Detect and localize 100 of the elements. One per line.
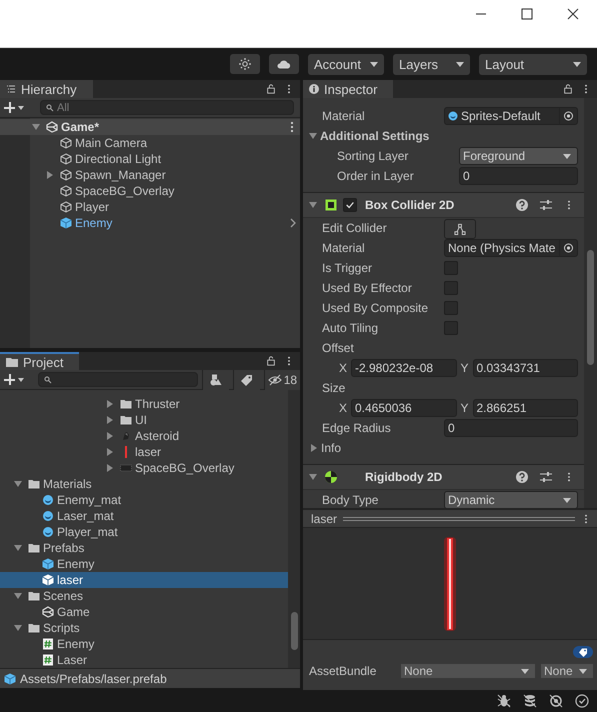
asset-bundle-dropdown[interactable]: None xyxy=(401,664,535,678)
tree-item[interactable]: SpaceBG_Overlay xyxy=(0,460,288,476)
expand-arrow-icon[interactable] xyxy=(14,593,22,599)
sliders-icon[interactable] xyxy=(540,199,552,211)
tree-item[interactable]: Main Camera xyxy=(0,135,300,151)
tag-icon xyxy=(240,374,253,386)
database-icon[interactable] xyxy=(523,694,537,708)
tree-item[interactable]: Player_mat xyxy=(0,524,288,540)
tree-item[interactable]: Player xyxy=(0,199,300,215)
component-header[interactable]: Rigidbody 2D xyxy=(303,464,584,490)
lock-icon[interactable] xyxy=(563,84,573,94)
search-field[interactable] xyxy=(38,372,198,387)
expand-arrow-icon[interactable] xyxy=(14,481,22,487)
help-icon[interactable] xyxy=(516,471,528,483)
object-field[interactable]: Sprites-Default xyxy=(444,107,578,125)
check-icon[interactable] xyxy=(575,694,589,708)
checkbox[interactable] xyxy=(444,261,458,275)
checkbox[interactable] xyxy=(444,281,458,295)
asset-labels-icon[interactable] xyxy=(573,646,593,658)
toolbar-dropdown[interactable]: Layout xyxy=(479,54,587,74)
tree-item[interactable]: Scripts xyxy=(0,620,288,636)
tree-item[interactable]: Laser_mat xyxy=(0,508,288,524)
number-field[interactable]: 0 xyxy=(459,167,578,185)
tree-item[interactable]: laser xyxy=(0,572,288,588)
cube-outline-icon xyxy=(60,185,72,197)
help-icon[interactable] xyxy=(516,199,528,211)
folder-icon xyxy=(120,398,132,410)
number-field[interactable]: 0.4650036 xyxy=(351,399,456,417)
tree-item[interactable]: Scenes xyxy=(0,588,288,604)
expand-arrow-icon[interactable] xyxy=(32,124,40,130)
dropdown[interactable]: Foreground xyxy=(459,147,578,165)
more-options-icon[interactable] xyxy=(290,121,294,133)
field-label: Is Trigger xyxy=(322,261,374,275)
inspector-tab[interactable]: Inspector xyxy=(303,80,394,98)
search-field[interactable]: All xyxy=(40,100,294,115)
expand-arrow-icon[interactable] xyxy=(311,444,317,452)
hidden-eye-icon xyxy=(268,374,282,386)
tree-item[interactable]: Enemy xyxy=(0,636,288,652)
foldout-label[interactable]: Info xyxy=(321,441,342,455)
tree-item[interactable]: Materials xyxy=(0,476,288,492)
scene-header[interactable]: Game* xyxy=(0,119,300,135)
cube-outline-icon xyxy=(60,137,72,149)
field-label: Body Type xyxy=(322,493,380,507)
dropdown[interactable]: Dynamic xyxy=(444,491,578,508)
expand-arrow-icon[interactable] xyxy=(309,202,317,208)
project-tab[interactable]: Project xyxy=(0,352,80,370)
search-icon xyxy=(46,104,54,112)
toolbar-dropdown[interactable]: Layers xyxy=(393,54,470,74)
tree-item[interactable]: Directional Light xyxy=(0,151,300,167)
tree-item[interactable]: Thruster xyxy=(0,396,288,412)
field-label: Order in Layer xyxy=(337,169,415,183)
sliders-icon[interactable] xyxy=(540,471,552,483)
component-header[interactable]: Box Collider 2D xyxy=(303,192,584,218)
edit-collider-button[interactable] xyxy=(444,219,476,239)
checkbox[interactable] xyxy=(444,301,458,315)
tree-item[interactable]: Spawn_Manager xyxy=(0,167,300,183)
expand-arrow-icon[interactable] xyxy=(14,625,22,631)
lock-icon[interactable] xyxy=(266,84,276,94)
hierarchy-tab[interactable]: Hierarchy xyxy=(0,80,93,98)
folder-icon xyxy=(28,478,40,490)
expand-arrow-icon[interactable] xyxy=(14,545,22,551)
lighting-button[interactable] xyxy=(230,54,260,74)
folder-icon xyxy=(120,414,132,426)
object-field[interactable]: None (Physics Mate xyxy=(444,239,578,257)
lock-icon[interactable] xyxy=(266,356,276,366)
expand-arrow-icon[interactable] xyxy=(47,171,53,179)
checkbox[interactable] xyxy=(343,198,357,212)
tree-item[interactable]: Enemy xyxy=(0,215,300,231)
number-field[interactable]: 0.03343731 xyxy=(472,359,578,377)
toolbar-dropdown[interactable]: Account xyxy=(308,54,384,74)
tree-item[interactable]: Enemy_mat xyxy=(0,492,288,508)
axis-label: Y xyxy=(460,401,470,415)
tree-item[interactable]: Enemy xyxy=(0,556,288,572)
cloud-button[interactable] xyxy=(269,54,299,74)
tree-item[interactable]: laser xyxy=(0,444,288,460)
checkbox[interactable] xyxy=(444,321,458,335)
number-field[interactable]: 2.866251 xyxy=(472,399,578,417)
hidden-packages-button[interactable]: 18 xyxy=(264,370,300,390)
field-label: Material xyxy=(322,241,366,255)
field-label: Edge Radius xyxy=(322,421,392,435)
tree-item[interactable]: SpaceBG_Overlay xyxy=(0,183,300,199)
tree-item[interactable]: Prefabs xyxy=(0,540,288,556)
network-icon[interactable] xyxy=(549,694,563,708)
tree-item[interactable]: Game xyxy=(0,604,288,620)
close-icon[interactable] xyxy=(567,8,579,20)
number-field[interactable]: -2.980232e-08 xyxy=(351,359,456,377)
maximize-icon[interactable] xyxy=(521,8,533,20)
scrollbar[interactable] xyxy=(584,98,597,508)
tree-item[interactable]: UI xyxy=(0,412,288,428)
variant-dropdown[interactable]: None xyxy=(541,664,593,678)
chevron-right-icon[interactable] xyxy=(290,218,296,228)
expand-arrow-icon[interactable] xyxy=(309,474,317,480)
scrollbar[interactable] xyxy=(288,390,300,668)
expand-arrow-icon[interactable] xyxy=(309,133,317,139)
number-field[interactable]: 0 xyxy=(444,419,578,437)
foldout-label[interactable]: Additional Settings xyxy=(320,129,430,143)
tree-item[interactable]: Asteroid xyxy=(0,428,288,444)
bug-icon[interactable] xyxy=(497,694,511,708)
tree-item[interactable]: Laser xyxy=(0,652,288,668)
field-label: Edit Collider xyxy=(322,221,388,235)
